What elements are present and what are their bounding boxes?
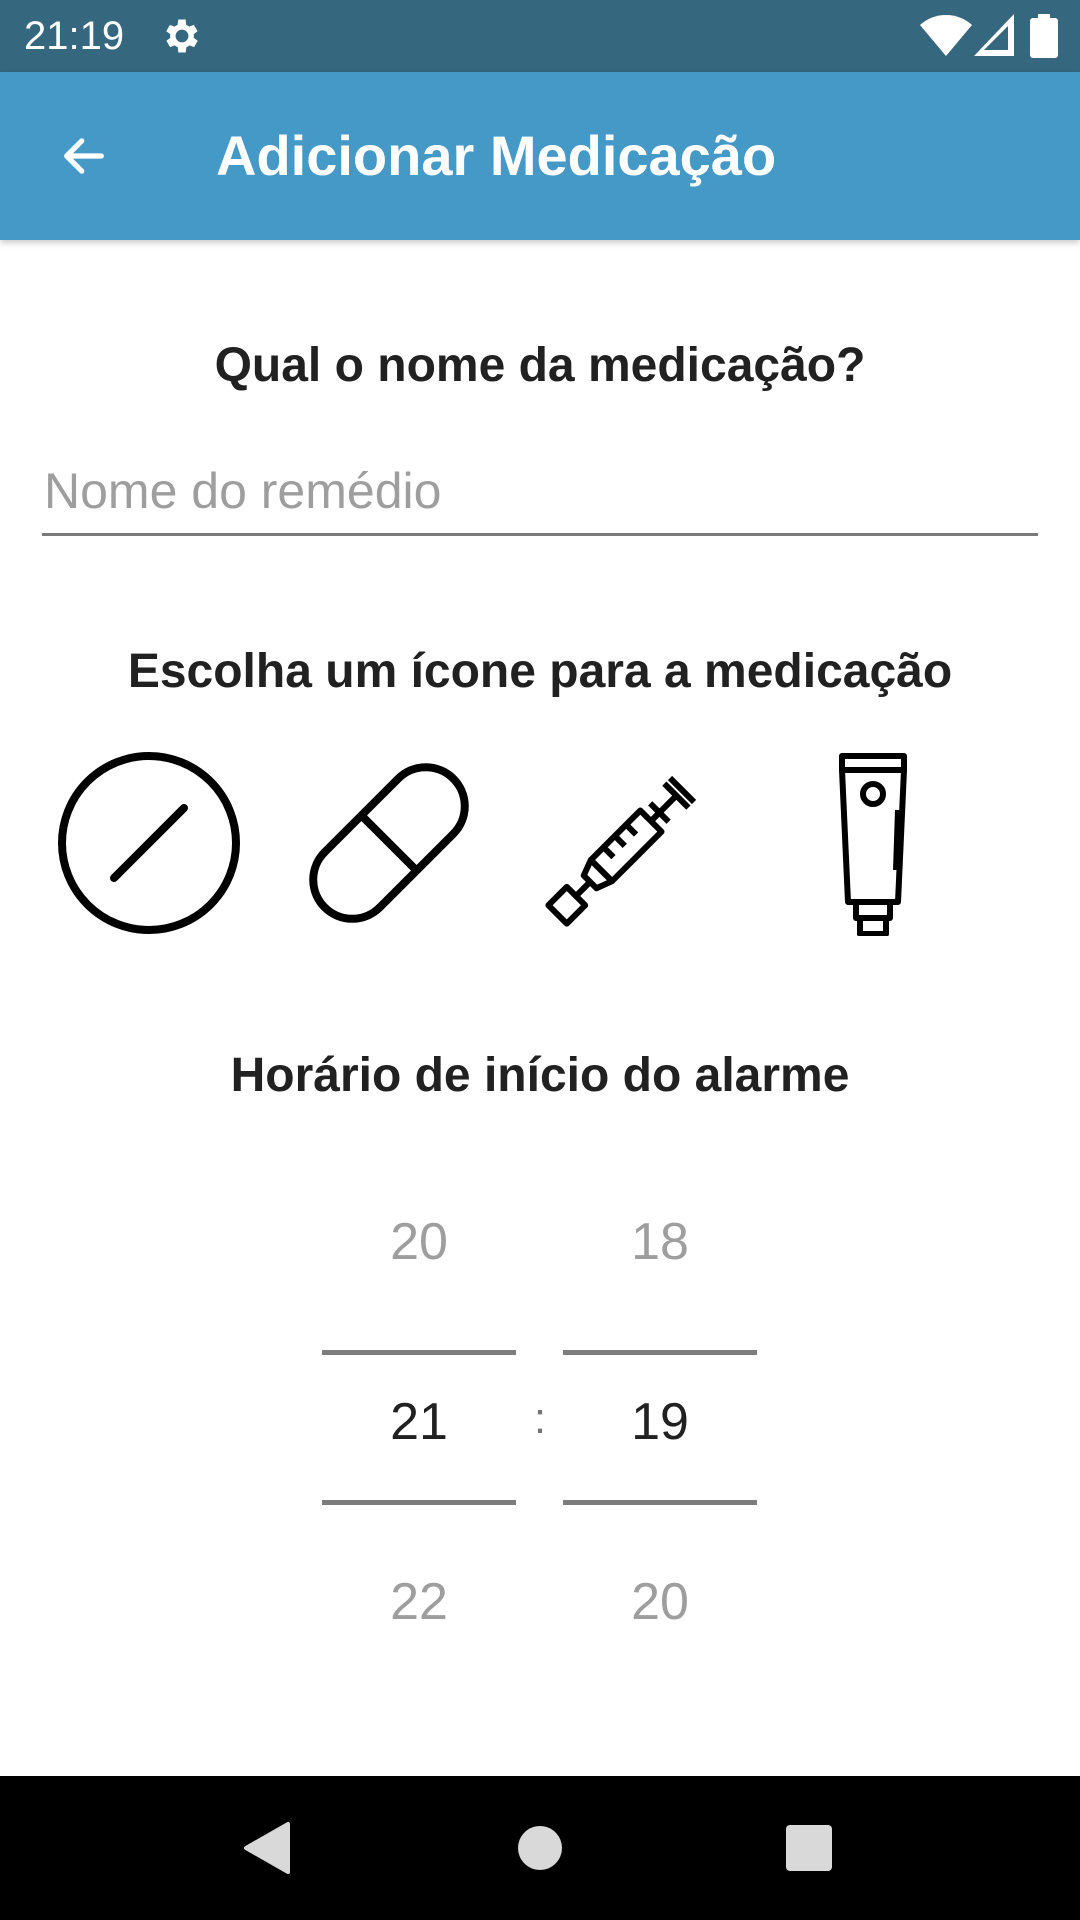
pill-round-option[interactable] <box>54 748 244 938</box>
status-bar: 21:19 <box>0 0 1080 72</box>
capsule-option[interactable] <box>294 748 484 938</box>
minute-divider-bottom <box>563 1500 757 1505</box>
minute-selected[interactable]: 19 <box>563 1390 757 1454</box>
syringe-option[interactable] <box>534 748 724 938</box>
recents-square-icon <box>786 1825 832 1871</box>
arrow-left-icon <box>64 138 104 174</box>
medication-name-heading: Qual o nome da medicação? <box>214 339 866 392</box>
minute-divider-top <box>563 1350 757 1355</box>
minute-picker[interactable]: 18 19 20 <box>563 1210 757 1650</box>
ointment-tube-option[interactable] <box>774 748 964 938</box>
medication-name-input[interactable] <box>42 456 1038 536</box>
time-separator: : <box>533 1394 547 1443</box>
minute-prev[interactable]: 18 <box>563 1210 757 1274</box>
nav-back-button[interactable] <box>230 1812 302 1884</box>
hour-selected[interactable]: 21 <box>322 1390 516 1454</box>
signal-icon <box>974 14 1014 56</box>
wifi-icon <box>920 15 972 56</box>
hour-picker[interactable]: 20 21 22 <box>322 1210 516 1650</box>
syringe-icon <box>545 775 697 927</box>
ointment-tube-icon <box>839 753 907 936</box>
status-time: 21:19 <box>24 14 125 58</box>
nav-home-button[interactable] <box>504 1812 576 1884</box>
nav-recents-button[interactable] <box>773 1812 845 1884</box>
alarm-start-heading: Horário de início do alarme <box>230 1049 850 1102</box>
back-button[interactable] <box>36 108 132 204</box>
hour-divider-top <box>322 1350 516 1355</box>
pill-round-icon <box>58 752 240 934</box>
back-triangle-icon <box>244 1822 290 1874</box>
home-circle-icon <box>518 1826 562 1870</box>
battery-icon <box>1030 14 1058 58</box>
system-nav-bar <box>0 1776 1080 1920</box>
page-title: Adicionar Medicação <box>216 124 777 187</box>
capsule-icon <box>309 763 469 923</box>
hour-next[interactable]: 22 <box>322 1570 516 1634</box>
hour-prev[interactable]: 20 <box>322 1210 516 1274</box>
gear-icon <box>166 19 198 53</box>
icon-choice-heading: Escolha um ícone para a medicação <box>127 645 953 698</box>
minute-next[interactable]: 20 <box>563 1570 757 1634</box>
hour-divider-bottom <box>322 1500 516 1505</box>
app-bar: Adicionar Medicação <box>0 72 1080 240</box>
